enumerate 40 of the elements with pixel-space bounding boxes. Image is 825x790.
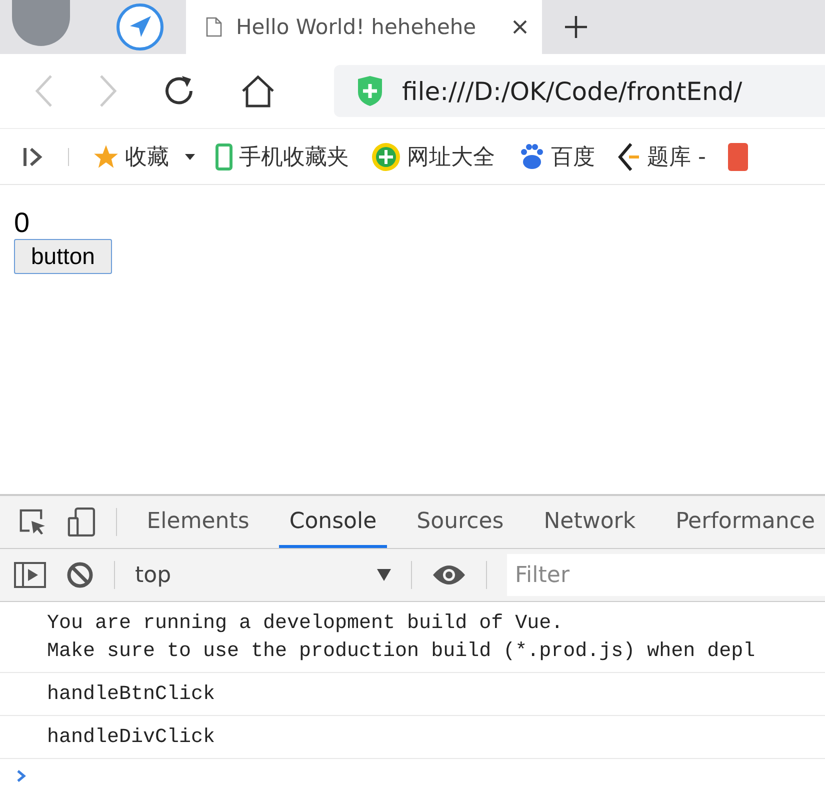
devtools-tab[interactable]: Elements (136, 496, 260, 548)
inspect-icon[interactable] (18, 507, 47, 537)
filter-field[interactable]: Filter (507, 554, 825, 596)
devtools-tab[interactable]: Sources (406, 496, 514, 548)
console-message: handleBtnClick (0, 673, 825, 716)
clear-icon[interactable] (66, 561, 94, 589)
context-dropdown[interactable]: top (135, 562, 391, 588)
eye-icon[interactable] (432, 564, 466, 586)
bookmark-item[interactable]: 手机收藏夹 (215, 142, 349, 172)
bookmark-favicon[interactable] (728, 142, 748, 171)
prompt-chevron-icon[interactable] (16, 769, 26, 783)
home-icon[interactable] (240, 74, 276, 108)
new-tab-icon[interactable] (564, 15, 588, 39)
sidebar-toggle-icon[interactable] (22, 146, 44, 168)
bookmark-item[interactable]: 百度 (517, 142, 595, 172)
counter-text: 0 (14, 207, 31, 240)
tab-title: Hello World! hehehehe (236, 15, 478, 39)
device-icon[interactable] (66, 506, 96, 538)
browser-tab[interactable]: Hello World! hehehehe (186, 0, 542, 54)
bookmark-item[interactable]: 网址大全 (371, 142, 495, 172)
document-icon (206, 17, 222, 37)
url-text: file:///D:/OK/Code/frontEnd/ (402, 76, 742, 106)
avatar-icon[interactable] (12, 0, 70, 46)
address-bar[interactable]: file:///D:/OK/Code/frontEnd/ (334, 65, 825, 118)
sidebar-icon[interactable] (14, 562, 46, 588)
dropdown-arrow-icon (377, 569, 391, 581)
page-button[interactable]: button (14, 239, 112, 274)
console-message: You are running a development build of Vue. Make sure to use the production build (*.prod.js) when depl (0, 602, 825, 673)
bookmark-item[interactable]: 题库 - (617, 142, 706, 172)
bookmark-item[interactable]: 收藏 (93, 142, 169, 172)
close-icon[interactable] (512, 19, 528, 35)
devtools-tab[interactable]: Performance (666, 496, 825, 548)
devtools-tab[interactable]: Network (534, 496, 646, 548)
bracket-icon (617, 142, 641, 172)
plus-circle-icon (371, 142, 401, 172)
console-message: handleDivClick (0, 716, 825, 759)
caret-icon[interactable] (185, 154, 195, 160)
star-icon (93, 144, 119, 170)
phone-icon (215, 142, 233, 171)
shield-icon (356, 76, 384, 106)
